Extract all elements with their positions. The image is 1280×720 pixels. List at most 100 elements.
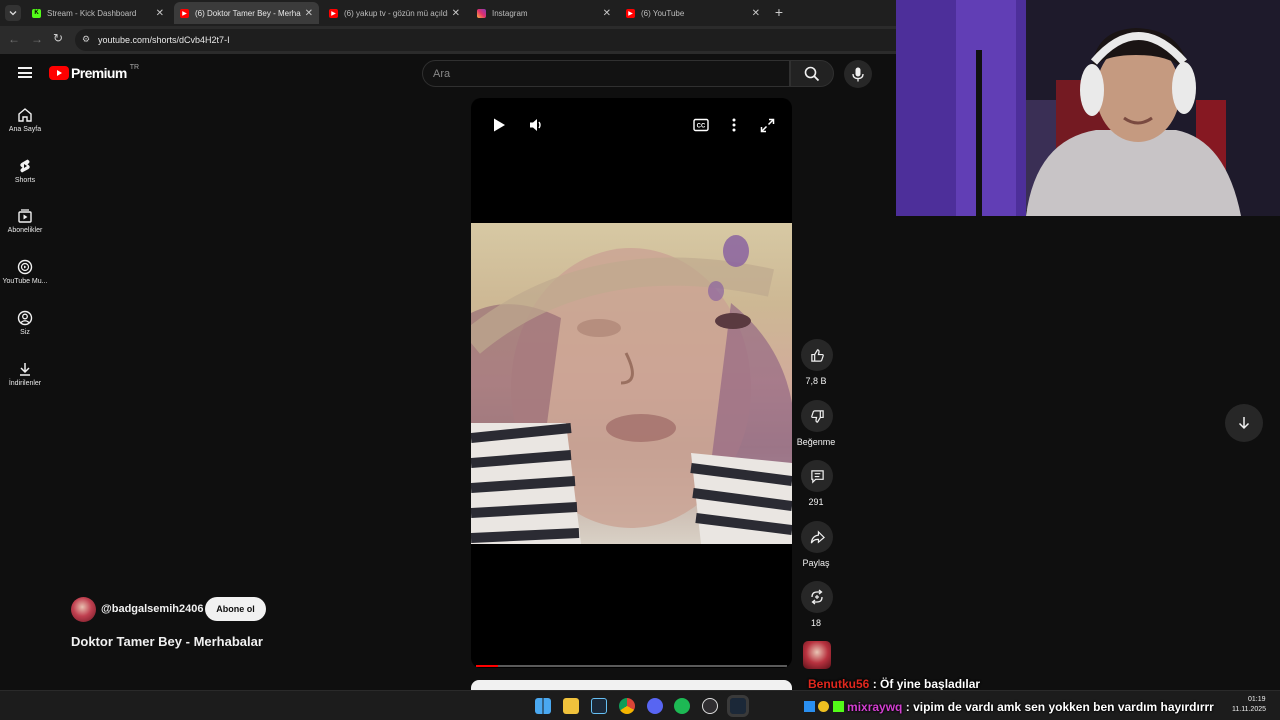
steam-active-icon[interactable]: [727, 695, 749, 717]
sidebar-item-label: Ana Sayfa: [8, 126, 42, 133]
captions-icon: CC: [693, 118, 709, 132]
steam-app-icon[interactable]: [591, 698, 607, 714]
tab-search-dropdown-button[interactable]: [5, 5, 21, 21]
sidebar-item-shorts[interactable]: Shorts: [0, 158, 50, 184]
logo-region: TR: [129, 64, 140, 71]
next-short-button[interactable]: [1225, 404, 1263, 442]
subscribe-button[interactable]: Abone ol: [205, 597, 266, 621]
like-count: 7,8 B: [805, 376, 827, 386]
volume-icon: [530, 119, 541, 131]
tab-close-icon[interactable]: ✕: [603, 8, 611, 19]
share-label: Paylaş: [802, 558, 830, 568]
sidebar-item-youtube-music[interactable]: YouTube Mu...: [0, 259, 50, 285]
search-placeholder: Ara: [433, 67, 451, 80]
instagram-icon: [477, 8, 486, 18]
chat-separator: :: [902, 700, 914, 714]
sidebar-item-label: Shorts: [14, 177, 36, 184]
comments-button[interactable]: [801, 460, 833, 492]
youtube-icon: ▶: [329, 8, 338, 18]
chat-text: vipim de vardı amk sen yokken ben vardım…: [913, 700, 1214, 714]
channel-avatar[interactable]: [71, 597, 96, 622]
search-icon: [804, 66, 820, 81]
chevron-down-icon: [9, 11, 17, 16]
chat-badge-icon: [804, 701, 815, 712]
sidebar-item-label: İndirilenler: [8, 380, 42, 387]
sidebar-item-home[interactable]: Ana Sayfa: [0, 107, 50, 133]
search-input[interactable]: Ara: [422, 60, 790, 87]
subscriptions-icon: [18, 209, 32, 223]
play-button[interactable]: [491, 117, 507, 138]
browser-tab-active[interactable]: ▶ (6) Doktor Tamer Bey - Merhabala ✕: [174, 2, 319, 24]
expand-icon: [760, 118, 775, 133]
webcam-image: [896, 0, 1280, 216]
new-tab-button[interactable]: +: [771, 4, 787, 20]
remix-icon: [811, 589, 823, 605]
forward-icon[interactable]: →: [31, 32, 43, 46]
youtube-icon: ▶: [626, 8, 635, 18]
browser-tab[interactable]: ▶ (6) YouTube ✕: [620, 2, 766, 24]
youtube-icon: ▶: [180, 8, 189, 18]
chat-username: mixraywq: [847, 700, 903, 714]
more-options-button[interactable]: [731, 118, 737, 137]
site-info-icon[interactable]: ⚙: [82, 34, 90, 45]
tab-close-icon[interactable]: ✕: [452, 8, 460, 19]
tab-title: (6) Doktor Tamer Bey - Merhabala: [195, 8, 301, 18]
tab-close-icon[interactable]: ✕: [305, 8, 313, 19]
dislike-button[interactable]: [801, 400, 833, 432]
sound-thumbnail[interactable]: [803, 641, 831, 669]
channel-handle[interactable]: @badgalsemih2406: [101, 603, 203, 615]
chat-badge-icon: [818, 701, 830, 712]
more-vertical-icon: [732, 118, 736, 132]
voice-search-button[interactable]: [844, 60, 872, 88]
clock-date: 11.11.2025: [1232, 706, 1266, 713]
obs-icon[interactable]: [702, 698, 718, 714]
menu-icon[interactable]: [18, 67, 32, 78]
spotify-icon[interactable]: [674, 698, 690, 714]
volume-button[interactable]: [528, 117, 544, 138]
shorts-player[interactable]: CC: [471, 98, 792, 668]
download-icon: [20, 363, 30, 376]
sidebar-item-downloads[interactable]: İndirilenler: [0, 361, 50, 387]
chat-message: Benutku56 : Öf yine başladılar: [808, 677, 980, 691]
browser-tab[interactable]: ▶ (6) yakup tv - gözün mü açıldı ✕: [323, 2, 466, 24]
search-button[interactable]: [790, 60, 834, 87]
browser-tab[interactable]: Instagram ✕: [471, 2, 617, 24]
reload-icon[interactable]: ↻: [53, 31, 63, 45]
like-button[interactable]: [801, 339, 833, 371]
tab-title: (6) yakup tv - gözün mü açıldı: [344, 8, 448, 18]
comment-icon: [810, 469, 824, 484]
remix-button[interactable]: [801, 581, 833, 613]
youtube-music-icon: [17, 259, 33, 275]
chat-message: mixraywq : vipim de vardı amk sen yokken…: [804, 700, 1214, 714]
tab-close-icon[interactable]: ✕: [752, 8, 760, 19]
short-title: Doktor Tamer Bey - Merhabalar: [71, 634, 263, 649]
video-frame[interactable]: [471, 223, 792, 544]
address-bar[interactable]: ⚙ youtube.com/shorts/dCvb4H2t7-I: [75, 29, 925, 51]
logo-text: Premium: [71, 65, 127, 81]
chrome-icon[interactable]: [619, 698, 635, 714]
youtube-premium-logo[interactable]: Premium TR: [49, 64, 139, 82]
discord-icon[interactable]: [647, 698, 663, 714]
fullscreen-button[interactable]: [760, 118, 775, 138]
progress-fill: [476, 665, 498, 667]
browser-tab[interactable]: K Stream - Kick Dashboard ✕: [26, 2, 170, 24]
sidebar-item-subscriptions[interactable]: Abonelikler: [0, 208, 50, 234]
svg-text:CC: CC: [697, 124, 706, 130]
share-button[interactable]: [801, 521, 833, 553]
windows-start-icon[interactable]: [535, 698, 551, 714]
tab-close-icon[interactable]: ✕: [156, 8, 164, 19]
account-icon: [17, 310, 33, 326]
captions-button[interactable]: CC: [693, 118, 709, 137]
file-explorer-icon[interactable]: [563, 698, 579, 714]
chat-username: Benutku56: [808, 677, 870, 691]
shorts-icon: [20, 159, 30, 173]
chat-badge-icon: [832, 701, 844, 712]
back-icon[interactable]: ←: [8, 32, 20, 46]
home-icon: [18, 108, 32, 122]
progress-track[interactable]: [476, 665, 787, 667]
chat-separator: :: [869, 677, 881, 691]
sidebar-item-label: YouTube Mu...: [2, 278, 48, 285]
sidebar-item-you[interactable]: Siz: [0, 310, 50, 336]
youtube-logo-icon: [49, 66, 69, 80]
arrow-down-icon: [1238, 417, 1250, 430]
